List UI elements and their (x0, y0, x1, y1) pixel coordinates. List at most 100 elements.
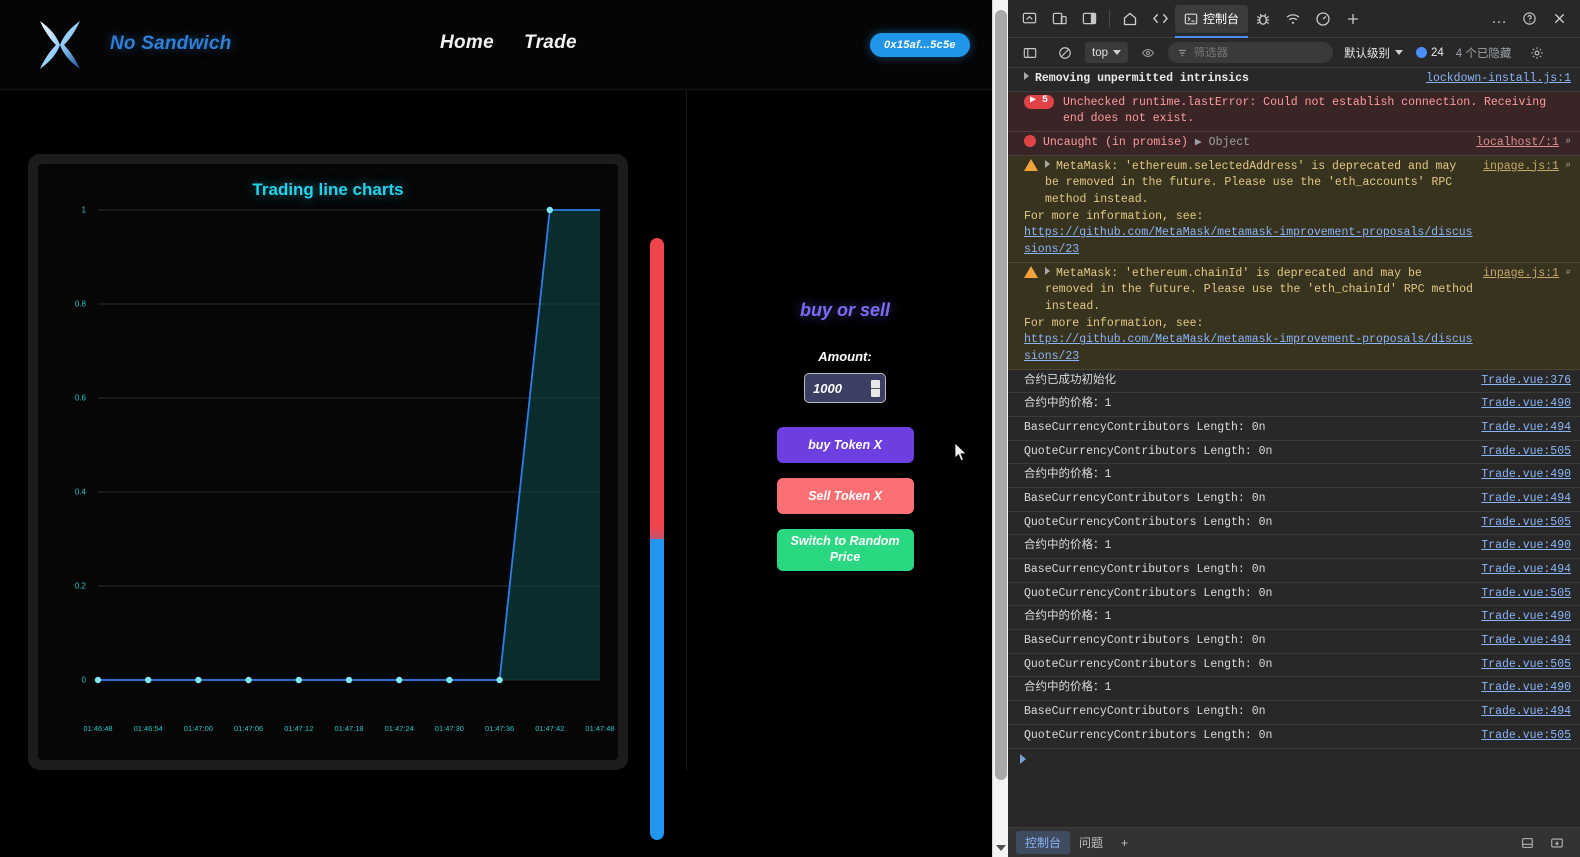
console-log-list[interactable]: Removing unpermitted intrinsics lockdown-… (1008, 68, 1580, 827)
quantity-stepper[interactable] (871, 380, 880, 397)
console-log-source[interactable]: inpage.js:1 (1483, 266, 1559, 283)
expand-triangle-icon[interactable] (1024, 72, 1029, 80)
scroll-down-arrow-icon[interactable] (996, 845, 1006, 851)
console-log-link[interactable]: https://github.com/MetaMask/metamask-imp… (1024, 332, 1473, 365)
device-toolbar-icon[interactable] (1044, 5, 1074, 33)
bug-icon[interactable] (1248, 5, 1278, 33)
console-log-source[interactable]: Trade.vue:490 (1481, 396, 1571, 413)
console-log-row[interactable]: BaseCurrencyContributors Length: 0n Trade… (1008, 630, 1580, 654)
console-log-source[interactable]: Trade.vue:490 (1481, 538, 1571, 555)
chart-inner: Trading line charts 0 0.2 0.4 0.6 0.8 1 01:46:… (38, 164, 618, 760)
console-log-row[interactable]: QuoteCurrencyContributors Length: 0n Trad… (1008, 725, 1580, 749)
console-log-row[interactable]: QuoteCurrencyContributors Length: 0n Trad… (1008, 512, 1580, 536)
page-scrollbar[interactable] (992, 0, 1008, 857)
console-log-source[interactable]: Trade.vue:490 (1481, 467, 1571, 484)
console-log-row[interactable]: BaseCurrencyContributors Length: 0n Trade… (1008, 488, 1580, 512)
console-sidebar-icon[interactable] (1015, 39, 1045, 67)
console-log-text: 合约中的价格：1 (1024, 539, 1112, 553)
console-log-row[interactable]: 合约中的价格：1 Trade.vue:490 (1008, 535, 1580, 560)
console-log-row[interactable]: BaseCurrencyContributors Length: 0n Trade… (1008, 417, 1580, 441)
expand-triangle-icon[interactable] (1045, 159, 1050, 168)
page-scrollbar-thumb[interactable] (995, 10, 1007, 780)
console-prompt[interactable] (1008, 749, 1580, 769)
console-log-source[interactable]: localhost/:1 (1476, 135, 1559, 152)
x-axis-tick-label: 01:46:54 (133, 724, 163, 733)
performance-icon[interactable] (1308, 5, 1338, 33)
console-log-source[interactable]: Trade.vue:494 (1481, 420, 1571, 437)
console-log-source[interactable]: Trade.vue:494 (1481, 491, 1571, 508)
console-log-row[interactable]: 合约中的价格：1 Trade.vue:490 (1008, 606, 1580, 631)
dock-side-icon[interactable] (1074, 5, 1104, 33)
console-log-row[interactable]: Removing unpermitted intrinsics lockdown-… (1008, 68, 1580, 92)
filter-input[interactable] (1193, 46, 1324, 59)
console-log-row[interactable]: 合约中的价格：1 Trade.vue:490 (1008, 677, 1580, 702)
console-log-row[interactable]: 合约中的价格：1 Trade.vue:490 (1008, 464, 1580, 489)
console-log-row[interactable]: QuoteCurrencyContributors Length: 0n Trad… (1008, 583, 1580, 607)
switch-random-price-button[interactable]: Switch to Random Price (776, 529, 914, 571)
chart-data-point (145, 676, 152, 684)
close-icon[interactable] (1544, 5, 1574, 33)
hidden-message-count: 4 个已隐藏 (1455, 47, 1512, 60)
console-log-row[interactable]: BaseCurrencyContributors Length: 0n Trade… (1008, 559, 1580, 583)
nav-link-home[interactable]: Home (440, 32, 494, 54)
console-log-source[interactable]: Trade.vue:505 (1481, 657, 1571, 674)
x-axis-tick-label: 01:46:48 (83, 724, 113, 733)
console-log-row[interactable]: MetaMask: 'ethereum.selectedAddress' is … (1008, 155, 1580, 263)
console-log-source[interactable]: Trade.vue:494 (1481, 704, 1571, 721)
drawer-tab-issues[interactable]: 问题 (1070, 831, 1112, 854)
console-log-source[interactable]: Trade.vue:490 (1481, 609, 1571, 626)
search-icon[interactable]: ⌕ (1565, 267, 1571, 282)
console-log-source[interactable]: Trade.vue:490 (1481, 680, 1571, 697)
home-icon[interactable] (1115, 5, 1145, 33)
console-log-row[interactable]: 合约已成功初始化 Trade.vue:376 (1008, 370, 1580, 394)
live-expression-icon[interactable] (1133, 39, 1163, 67)
console-log-row[interactable]: 合约中的价格：1 Trade.vue:490 (1008, 393, 1580, 418)
nav-link-trade[interactable]: Trade (524, 32, 577, 54)
console-log-row[interactable]: MetaMask: 'ethereum.chainId' is deprecat… (1008, 262, 1580, 370)
warning-triangle-icon (1024, 158, 1038, 171)
wallet-address-button[interactable]: 0x15af...5c5e (870, 33, 970, 57)
filter-input-wrapper[interactable] (1168, 42, 1333, 63)
console-log-text: MetaMask: 'ethereum.selectedAddress' is … (1024, 158, 1473, 259)
console-log-source[interactable]: Trade.vue:505 (1481, 586, 1571, 603)
sources-code-icon[interactable] (1145, 5, 1175, 33)
object-ref[interactable]: ▶ Object (1188, 136, 1250, 149)
console-log-source[interactable]: Trade.vue:505 (1481, 444, 1571, 461)
network-wifi-icon[interactable] (1278, 5, 1308, 33)
more-options-icon[interactable]: … (1484, 5, 1514, 33)
console-log-row[interactable]: BaseCurrencyContributors Length: 0n Trade… (1008, 701, 1580, 725)
console-log-source[interactable]: Trade.vue:505 (1481, 515, 1571, 532)
tab-console[interactable]: 控制台 (1175, 4, 1249, 38)
expand-triangle-icon[interactable] (1045, 266, 1050, 275)
trading-line-chart[interactable]: 0 0.2 0.4 0.6 0.8 1 01:46:48 01:46:54 01:47:00 01… (38, 164, 618, 760)
close-drawer-icon[interactable] (1542, 829, 1572, 857)
console-log-row[interactable]: QuoteCurrencyContributors Length: 0n Trad… (1008, 441, 1580, 465)
console-log-row[interactable]: Uncaught (in promise) ▶ Object localhost/… (1008, 132, 1580, 156)
sell-token-button[interactable]: Sell Token X (776, 478, 914, 514)
buy-token-button[interactable]: buy Token X (776, 427, 914, 463)
chart-card: Trading line charts 0 0.2 0.4 0.6 0.8 1 01:46:… (28, 154, 628, 770)
gear-icon[interactable] (1522, 39, 1552, 67)
execution-context-select[interactable]: top (1085, 42, 1128, 63)
console-log-row[interactable]: QuoteCurrencyContributors Length: 0n Trad… (1008, 654, 1580, 678)
console-filter-bar: top 默认级别 24 4 个已隐藏 (1008, 38, 1580, 68)
console-log-source[interactable]: inpage.js:1 (1483, 159, 1559, 176)
amount-field-wrapper (804, 373, 886, 403)
dock-bottom-icon[interactable] (1512, 829, 1542, 857)
search-icon[interactable]: ⌕ (1565, 160, 1571, 175)
console-log-source[interactable]: Trade.vue:494 (1481, 633, 1571, 650)
search-icon[interactable]: ⌕ (1565, 136, 1571, 151)
clear-console-icon[interactable] (1050, 39, 1080, 67)
console-log-source[interactable]: lockdown-install.js:1 (1426, 71, 1571, 88)
console-log-row[interactable]: ▶ 5 Unchecked runtime.lastError: Could no… (1008, 91, 1580, 133)
console-log-link[interactable]: https://github.com/MetaMask/metamask-imp… (1024, 225, 1473, 258)
drawer-add-tab-button[interactable]: + (1112, 833, 1137, 853)
console-log-source[interactable]: Trade.vue:376 (1481, 373, 1571, 390)
add-panel-icon[interactable] (1338, 5, 1368, 33)
help-icon[interactable] (1514, 5, 1544, 33)
console-log-source[interactable]: Trade.vue:494 (1481, 562, 1571, 579)
inspect-element-icon[interactable] (1014, 5, 1044, 33)
log-level-select[interactable]: 默认级别 (1344, 45, 1403, 61)
drawer-tab-console[interactable]: 控制台 (1016, 831, 1071, 854)
console-log-source[interactable]: Trade.vue:505 (1481, 728, 1571, 745)
